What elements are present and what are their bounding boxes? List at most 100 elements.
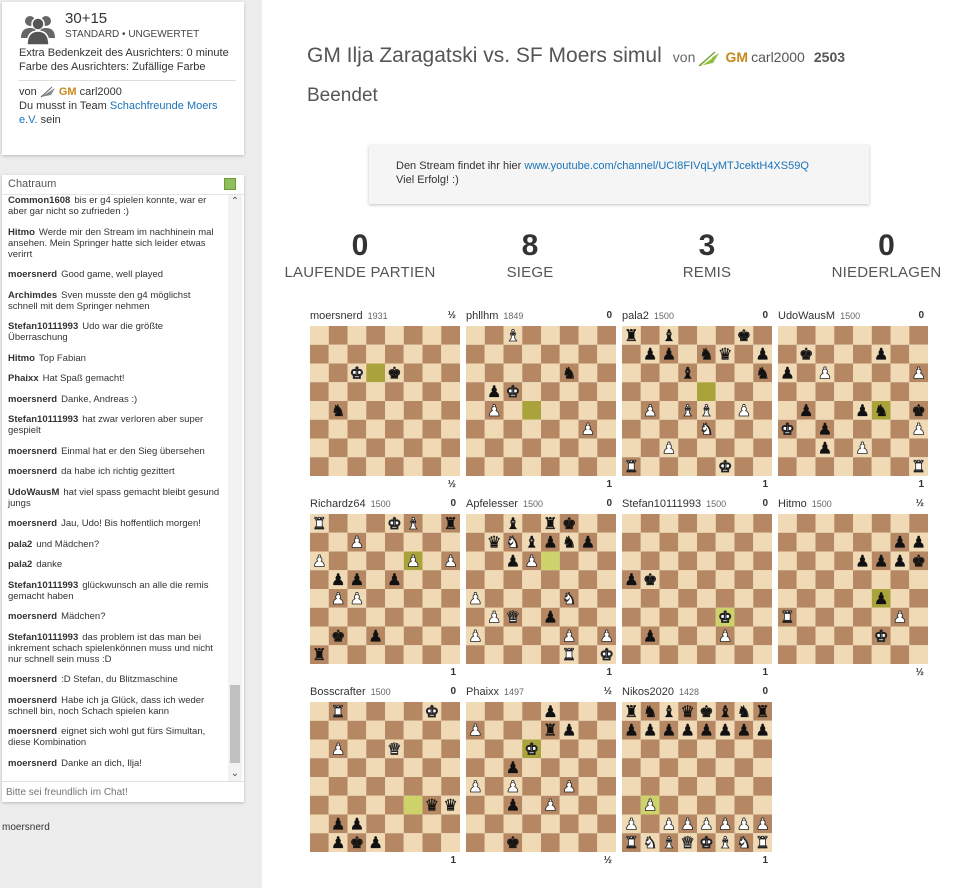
chat-input[interactable] [2,781,244,802]
board-square [385,626,404,646]
chat-username[interactable]: moersnerd [8,269,57,280]
simul-game-card[interactable]: Phaixx 1497 ½ ♟ ♟ ♜ ♟ ♚ ♟ ♟ ♟ ♟ ♟ ♟ ♚ ½ [466,686,616,868]
board-square [697,382,716,401]
host-link[interactable]: carl2000 [751,49,805,65]
player-name[interactable]: Nikos2020 [622,686,674,698]
chat-username[interactable]: moersnerd [8,758,57,769]
simul-game-card[interactable]: Bosscrafter 1500 0 ♜ ♚ ♟ ♛ ♛ ♛ ♟ ♟ ♟ ♚ ♟ 1 [310,686,460,868]
chess-board[interactable]: ♚ ♚ ♞ [310,326,460,476]
chat-username[interactable]: moersnerd [8,695,57,706]
chat-message: Phaixx Hat Spaß gemacht! [8,373,222,384]
chat-username[interactable]: Stefan10111993 [8,580,78,591]
chess-board[interactable]: ♜ ♞ ♝ ♛ ♚ ♝ ♞ ♜ ♟ ♟ ♟ ♟ ♟ ♟ ♟ ♟ ♟ ♟ ♟ ♟ ♟ ♟ ♟ ♟ ♜ ♞ ♝ ♛ ♚ ♝ ♞ ♜ [622,702,772,852]
chat-message: Common1608 bis er g4 spielen konnte, war … [8,195,222,217]
board-square [734,457,754,476]
chat-username[interactable]: moersnerd [8,518,57,529]
white-piece-icon: ♜ [780,608,794,627]
chat-username[interactable]: Phaixx [8,373,39,384]
chess-board[interactable]: ♟ ♚ ♚ ♟ ♟ [622,514,772,664]
simul-game-card[interactable]: Stefan10111993 1500 0 ♟ ♚ ♚ ♟ ♟ 1 [622,498,772,680]
chess-board[interactable]: ♟ ♟ ♜ ♟ ♚ ♟ ♟ ♟ ♟ ♟ ♟ ♚ [466,702,616,852]
board-square [403,720,423,740]
board-square [522,777,541,796]
scroll-thumb[interactable] [230,685,240,763]
player-name[interactable]: Hitmo [778,498,807,510]
chat-username[interactable]: Archimdes [8,290,57,301]
chat-username[interactable]: Stefan10111993 [8,321,78,332]
chat-username[interactable]: moersnerd [8,611,57,622]
chat-username[interactable]: Stefan10111993 [8,414,78,425]
chess-board[interactable]: ♝ ♞ ♟ ♚ ♟ ♟ [466,326,616,476]
black-piece-icon: ♟ [368,833,382,852]
board-square [503,702,523,721]
simul-game-card[interactable]: moersnerd 1931 ½ ♚ ♚ ♞ ½ [310,310,460,492]
chat-text: danke [36,559,63,570]
chat-username[interactable]: moersnerd [8,446,57,457]
player-name[interactable]: UdoWausM [778,310,835,322]
player-name[interactable]: Bosscrafter [310,686,366,698]
player-name[interactable]: moersnerd [310,310,363,322]
chat-username[interactable]: Stefan10111993 [8,632,78,643]
board-square [597,551,616,571]
scroll-down-icon[interactable]: ⌄ [228,767,242,781]
player-name[interactable]: pala2 [622,310,649,322]
chat-scrollbar[interactable]: ⌃ ⌄ [228,195,242,781]
chat-username[interactable]: pala2 [8,559,32,570]
board-square [503,570,523,589]
stream-link[interactable]: www.youtube.com/channel/UCI8FIVqLyMTJcek… [524,160,809,172]
simul-game-card[interactable]: Hitmo 1500 ½ ♟ ♟ ♟ ♟ ♟ ♚ ♟ ♜ ♟ ♚ ½ [778,498,928,680]
board-square [503,626,523,646]
player-name[interactable]: Phaixx [466,686,499,698]
simul-game-card[interactable]: Apfelesser 1500 0 ♝ ♜ ♚ ♛ ♞ ♝ ♟ ♞ ♟ ♟ ♟ ♟ ♞ ♟ ♛ ♟ ♟ ♟ ♟ ♜ ♚ 1 [466,498,616,680]
chess-board[interactable]: ♚ ♟ ♟ ♟ ♟ ♟ ♟ ♞ ♚ ♚ ♟ ♟ ♟ ♟ ♜ [778,326,928,476]
simul-game-card[interactable]: Nikos2020 1428 0 ♜ ♞ ♝ ♛ ♚ ♝ ♞ ♜ ♟ ♟ ♟ ♟ ♟ ♟ ♟ ♟ ♟ ♟ ♟ ♟ ♟ ♟ ♟ ♟ ♜ ♞… [622,686,772,868]
chat-username[interactable]: UdoWausM [8,487,59,498]
scroll-up-icon[interactable]: ⌃ [228,195,242,209]
chat-username[interactable]: Hitmo [8,227,35,238]
board-square [715,795,735,815]
board-square [466,607,485,627]
chat-text: Hat Spaß gemacht! [42,373,125,384]
player-name[interactable]: Richardz64 [310,498,366,510]
game-result: ½ [915,667,924,678]
simul-game-card[interactable]: Richardz64 1500 0 ♜ ♚ ♝ ♜ ♟ ♟ ♟ ♟ ♟ ♟ ♟ ♟ ♟ ♚ ♟ ♜ 1 [310,498,460,680]
simul-game-card[interactable]: pala2 1500 0 ♜ ♝ ♚ ♟ ♟ ♞ ♛ ♟ ♝ ♞ ♟ ♝ ♝ ♟ ♞ ♟ ♜ ♚ 1 [622,310,772,492]
chess-board[interactable]: ♜ ♝ ♚ ♟ ♟ ♞ ♛ ♟ ♝ ♞ ♟ ♝ ♝ ♟ ♞ ♟ ♜ ♚ [622,326,772,476]
player-name[interactable]: Apfelesser [466,498,518,510]
board-square [659,739,679,759]
board-square [890,457,910,476]
host-link[interactable]: carl2000 [80,86,122,98]
player-name[interactable]: Stefan10111993 [622,498,701,510]
chat-username[interactable]: Common1608 [8,195,70,206]
board-square [697,326,716,345]
board-square [422,363,442,383]
chat-username[interactable]: moersnerd [8,394,57,405]
board-square [441,326,460,345]
simul-game-card[interactable]: UdoWausM 1500 0 ♚ ♟ ♟ ♟ ♟ ♟ ♟ ♞ ♚ ♚ ♟ ♟ ♟ ♟ ♜ 1 [778,310,928,492]
chat-username[interactable]: pala2 [8,539,32,550]
player-name[interactable]: phllhm [466,310,498,322]
black-piece-icon: ♚ [911,401,925,420]
chess-board[interactable]: ♟ ♟ ♟ ♟ ♟ ♚ ♟ ♜ ♟ ♚ [778,514,928,664]
chat-username[interactable]: moersnerd [8,466,57,477]
chess-board[interactable]: ♝ ♜ ♚ ♛ ♞ ♝ ♟ ♞ ♟ ♟ ♟ ♟ ♞ ♟ ♛ ♟ ♟ ♟ ♟ ♜ ♚ [466,514,616,664]
black-piece-icon: ♟ [624,721,638,740]
board-square [403,702,423,721]
board-square [403,570,423,589]
board-square [871,326,891,345]
black-piece-icon: ♟ [543,702,557,721]
chat-username[interactable]: moersnerd [8,726,57,737]
board-square [328,720,348,740]
chess-board[interactable]: ♜ ♚ ♝ ♜ ♟ ♟ ♟ ♟ ♟ ♟ ♟ ♟ ♟ ♚ ♟ ♜ [310,514,460,664]
chat-username[interactable]: Hitmo [8,353,35,364]
chess-board[interactable]: ♜ ♚ ♟ ♛ ♛ ♛ ♟ ♟ ♟ ♚ ♟ [310,702,460,852]
board-square [834,363,853,383]
chat-toggle[interactable] [224,178,236,190]
board-square [697,551,716,571]
chat-username[interactable]: moersnerd [8,674,57,685]
board-square [578,702,598,721]
simul-game-card[interactable]: phllhm 1849 0 ♝ ♞ ♟ ♚ ♟ ♟ 1 [466,310,616,492]
board-square [734,382,754,401]
player-score: 0 [762,498,768,509]
board-square [659,758,679,777]
